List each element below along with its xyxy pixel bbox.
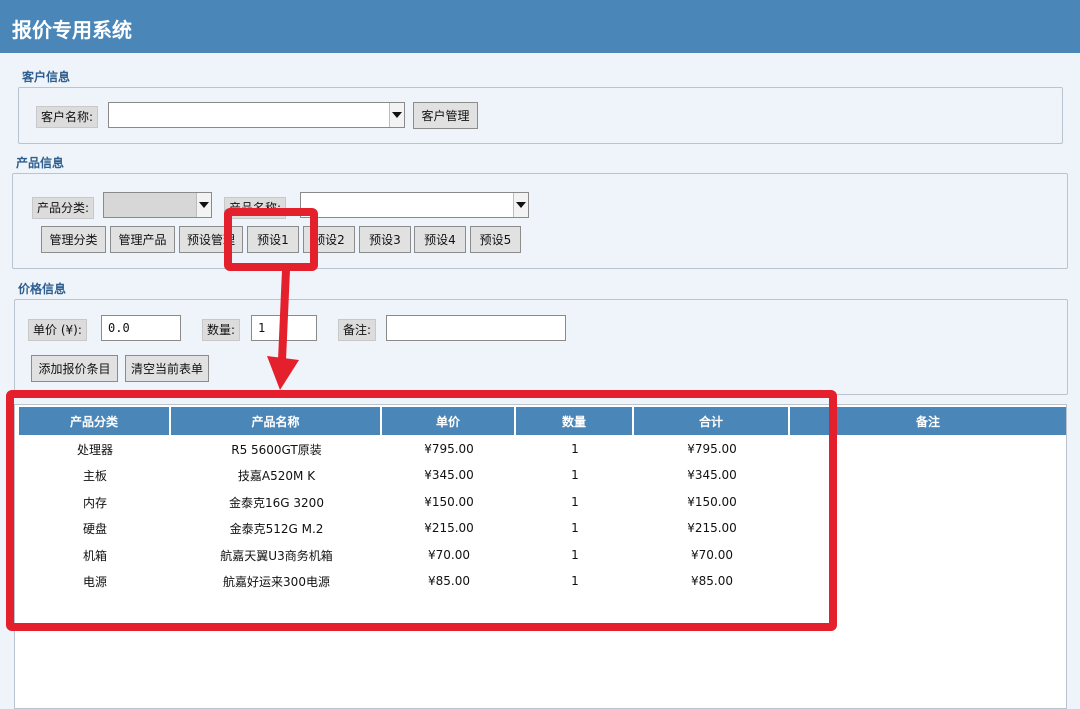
preset-3-button[interactable]: 预设3 <box>359 226 411 253</box>
customer-manage-button[interactable]: 客户管理 <box>413 102 478 129</box>
quantity-label: 数量: <box>202 319 241 341</box>
chevron-down-icon[interactable] <box>196 193 211 217</box>
manage-category-button[interactable]: 管理分类 <box>41 226 106 253</box>
note-label: 备注: <box>338 319 377 341</box>
annotation-highlight-preset <box>224 208 318 271</box>
customer-section-title: 客户信息 <box>22 70 71 84</box>
product-category-label: 产品分类: <box>32 197 95 219</box>
app-title-bar: 报价专用系统 <box>0 0 1080 53</box>
annotation-highlight-table <box>6 390 837 631</box>
manage-product-button[interactable]: 管理产品 <box>110 226 175 253</box>
preset-4-button[interactable]: 预设4 <box>414 226 466 253</box>
chevron-down-icon[interactable] <box>513 193 528 217</box>
app-title: 报价专用系统 <box>12 18 132 42</box>
preset-5-button[interactable]: 预设5 <box>470 226 521 253</box>
product-category-combo[interactable] <box>103 192 212 218</box>
product-name-combo[interactable] <box>300 192 529 218</box>
unit-price-label: 单价 (¥): <box>28 319 87 341</box>
customer-name-label: 客户名称: <box>36 106 99 128</box>
add-quote-item-button[interactable]: 添加报价条目 <box>31 355 118 382</box>
note-input[interactable] <box>386 315 566 341</box>
unit-price-input[interactable]: 0.0 <box>101 315 181 341</box>
customer-name-combo[interactable] <box>108 102 405 128</box>
chevron-down-icon[interactable] <box>389 103 404 127</box>
product-section-title: 产品信息 <box>16 156 65 170</box>
product-group <box>12 173 1068 269</box>
clear-form-button[interactable]: 清空当前表单 <box>125 355 209 382</box>
annotation-arrow-icon <box>267 269 299 390</box>
price-section-title: 价格信息 <box>18 282 67 296</box>
